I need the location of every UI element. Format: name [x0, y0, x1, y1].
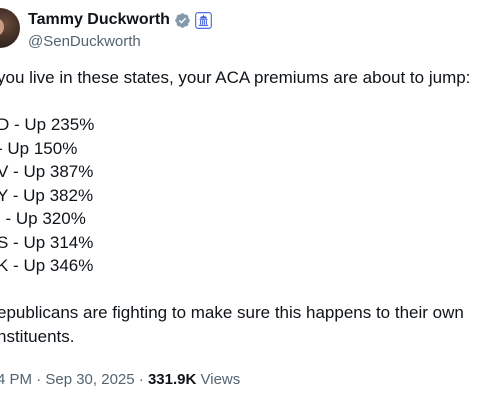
author-row: Tammy Duckworth	[28, 10, 212, 30]
tweet-meta: 4 PM · Sep 30, 2025 · 331.9K Views	[0, 370, 240, 390]
state-line: S - Up 314%	[0, 232, 94, 252]
tweet-closing-line: nstituents.	[0, 326, 75, 346]
views-info[interactable]: 331.9K Views	[148, 371, 240, 388]
verified-badge-icon[interactable]	[174, 12, 191, 29]
state-line: Y - Up 382%	[0, 185, 94, 205]
government-affiliation-icon[interactable]	[195, 11, 212, 29]
author-name[interactable]: Tammy Duckworth	[28, 10, 170, 30]
author-handle[interactable]: @SenDuckworth	[28, 32, 141, 52]
state-line: V - Up 387%	[0, 162, 94, 181]
views-label: Views	[200, 371, 241, 388]
tweet-closing-line: epublicans are fighting to make sure thi…	[0, 303, 464, 322]
state-line: D - Up 235%	[0, 115, 95, 134]
meta-separator: ·	[36, 371, 42, 388]
tweet-intro: you live in these states, your ACA premi…	[0, 68, 471, 87]
tweet-date: Sep 30, 2025	[45, 371, 135, 388]
state-line: K - Up 346%	[0, 256, 94, 275]
tweet-text: you live in these states, your ACA premi…	[0, 66, 489, 348]
state-line: l - Up 320%	[0, 209, 86, 228]
state-line: - Up 150%	[0, 138, 78, 158]
views-count: 331.9K	[147, 371, 197, 388]
author-avatar[interactable]	[0, 8, 20, 48]
tweet-timestamp[interactable]: 4 PM · Sep 30, 2025	[0, 371, 135, 388]
meta-separator: ·	[138, 371, 144, 388]
tweet-time: 4 PM	[0, 371, 33, 388]
